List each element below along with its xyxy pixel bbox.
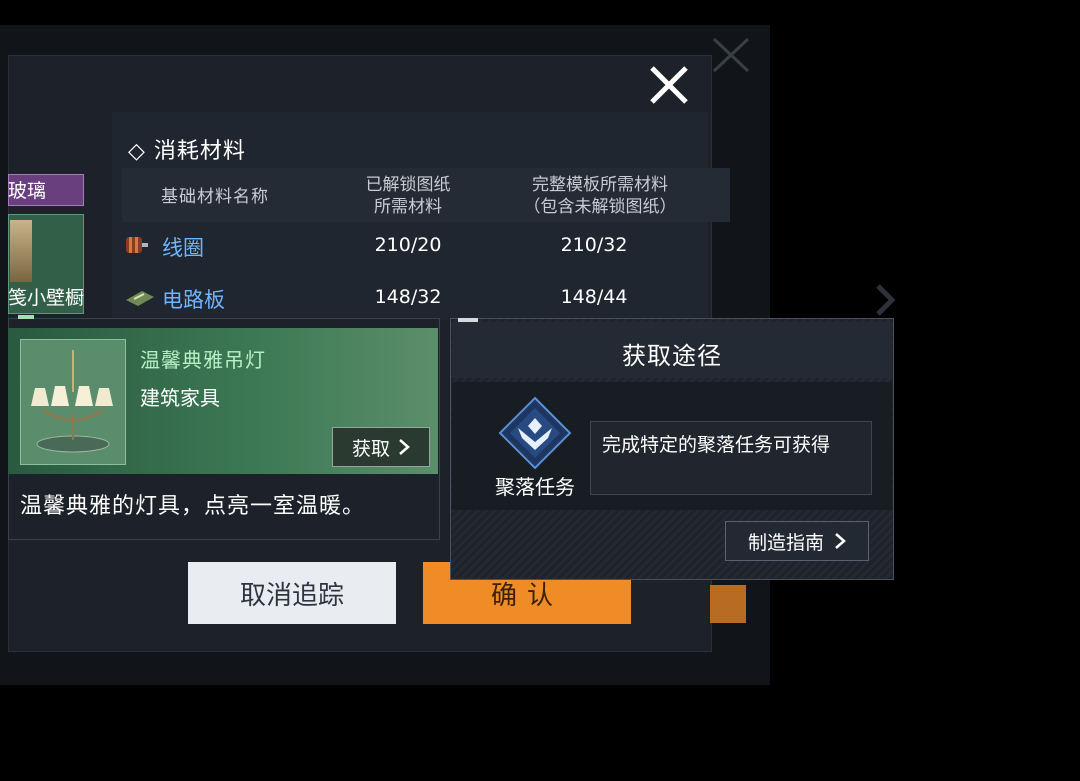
chevron-right-icon <box>835 533 846 549</box>
header-full-materials: 完整模板所需材料 （包含未解锁图纸） <box>500 174 700 218</box>
settlement-quest-icon[interactable] <box>498 396 572 470</box>
header-full-line1: 完整模板所需材料 <box>532 175 668 195</box>
material-name-coil[interactable]: 线圈 <box>162 232 204 262</box>
coil-full-count: 210/32 <box>560 234 628 256</box>
confirm-button-edge <box>710 585 746 623</box>
coil-icon <box>126 237 148 253</box>
item-tooltip-tick <box>18 315 34 319</box>
item-description: 温馨典雅的灯具，点亮一室温暖。 <box>20 494 366 519</box>
obtain-label: 获取 <box>351 437 390 460</box>
cancel-tracking-label: 取消追踪 <box>239 580 344 611</box>
item-thumbnail <box>20 339 126 465</box>
chandelier-icon <box>31 350 113 453</box>
coil-unlocked-count: 210/20 <box>374 234 442 256</box>
header-unlocked-line1: 已解锁图纸 <box>365 175 451 195</box>
acquisition-description: 完成特定的聚落任务可获得 <box>602 434 831 456</box>
item-name: 温馨典雅吊灯 <box>140 348 266 372</box>
header-unlocked-line2: 所需材料 <box>374 197 442 217</box>
material-name-circuit-board[interactable]: 电路板 <box>162 284 225 314</box>
section-title: ◇ 消耗材料 <box>128 139 246 164</box>
header-unlocked-materials: 已解锁图纸 所需材料 <box>318 174 498 218</box>
circuit-board-full-count: 148/44 <box>560 286 628 308</box>
item-category: 建筑家具 <box>140 386 220 410</box>
confirm-label: 确认 <box>490 580 563 611</box>
circuit-board-icon <box>126 291 154 306</box>
header-material-name: 基础材料名称 <box>161 187 269 207</box>
acquisition-source-label: 聚落任务 <box>495 475 575 499</box>
obtain-button[interactable]: 获取 <box>332 427 430 467</box>
crafting-guide-label: 制造指南 <box>747 531 824 554</box>
cabinet-label: 笺小壁橱 <box>8 287 85 309</box>
header-full-line2: （包含未解锁图纸） <box>523 197 677 217</box>
glass-label: 玻璃 <box>8 180 47 202</box>
circuit-board-unlocked-count: 148/32 <box>374 286 442 308</box>
chevron-right-icon <box>399 439 410 455</box>
close-button[interactable] <box>646 62 692 108</box>
crafting-guide-button[interactable]: 制造指南 <box>725 521 869 561</box>
acquisition-title: 获取途径 <box>622 342 722 370</box>
chevron-right-icon <box>876 284 896 316</box>
cabinet-icon <box>10 220 32 282</box>
cancel-tracking-button[interactable]: 取消追踪 <box>188 562 396 624</box>
close-icon <box>712 37 750 73</box>
